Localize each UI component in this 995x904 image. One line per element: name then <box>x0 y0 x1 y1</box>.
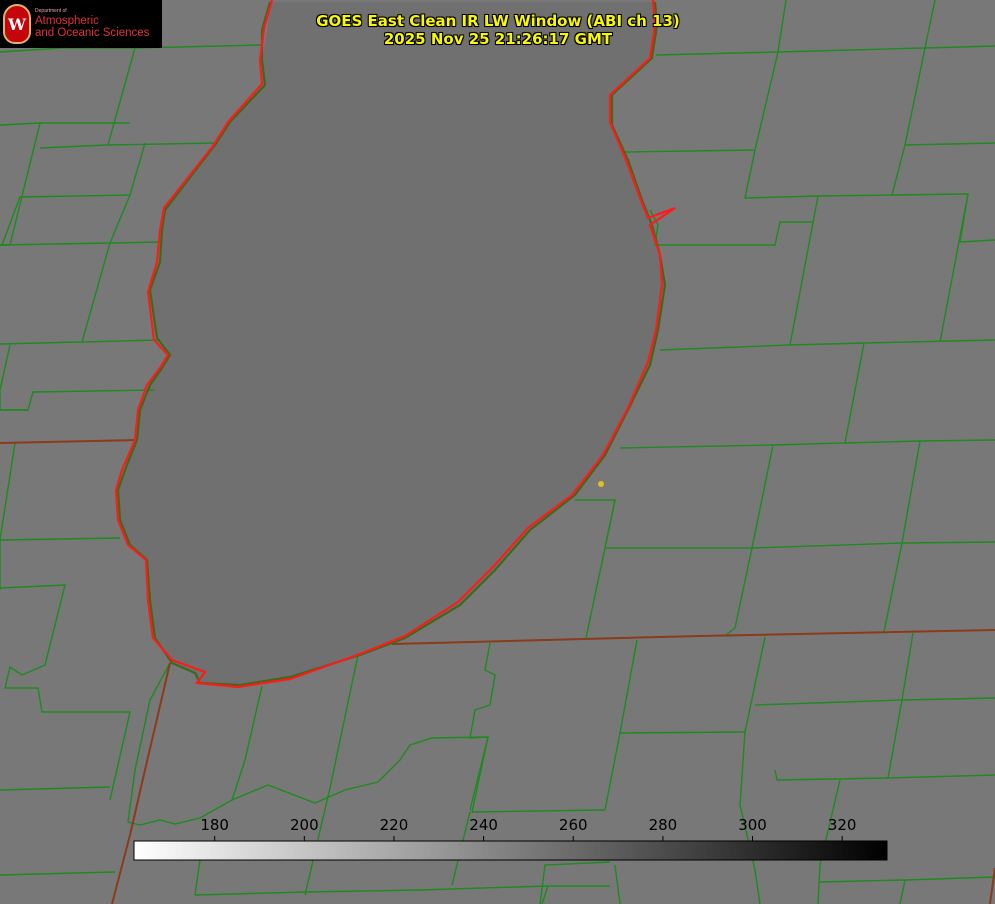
logo-line-1: Atmospheric <box>35 14 99 27</box>
title-line-2: 2025 Nov 25 21:26:17 GMT <box>383 30 613 48</box>
colorbar-tick-label: 240 <box>469 816 498 834</box>
image-title: GOES East Clean IR LW Window (ABI ch 13)… <box>300 12 696 48</box>
satellite-map: 180 200 220 240 260 280 300 320 W Department of… <box>0 0 995 904</box>
seal-letter: W <box>8 14 26 34</box>
aos-logo: W Department of Atmospheric and Oceanic … <box>0 0 162 48</box>
logo-line-2: and Oceanic Sciences <box>35 26 150 39</box>
logo-text: Department of Atmospheric and Oceanic Sc… <box>35 9 150 39</box>
location-dot-marker <box>598 481 604 487</box>
map-canvas: 180 200 220 240 260 280 300 320 <box>0 0 995 904</box>
colorbar-tick-label: 280 <box>649 816 678 834</box>
colorbar-tick-label: 260 <box>559 816 588 834</box>
colorbar-tick-label: 180 <box>200 816 229 834</box>
uw-seal-icon: W <box>3 4 31 44</box>
colorbar-tick-label: 300 <box>738 816 767 834</box>
colorbar-tick-label: 200 <box>290 816 319 834</box>
colorbar-tick-label: 320 <box>828 816 857 834</box>
colorbar-tick-label: 220 <box>380 816 409 834</box>
title-line-1: GOES East Clean IR LW Window (ABI ch 13) <box>316 12 680 30</box>
colorbar <box>133 840 888 861</box>
